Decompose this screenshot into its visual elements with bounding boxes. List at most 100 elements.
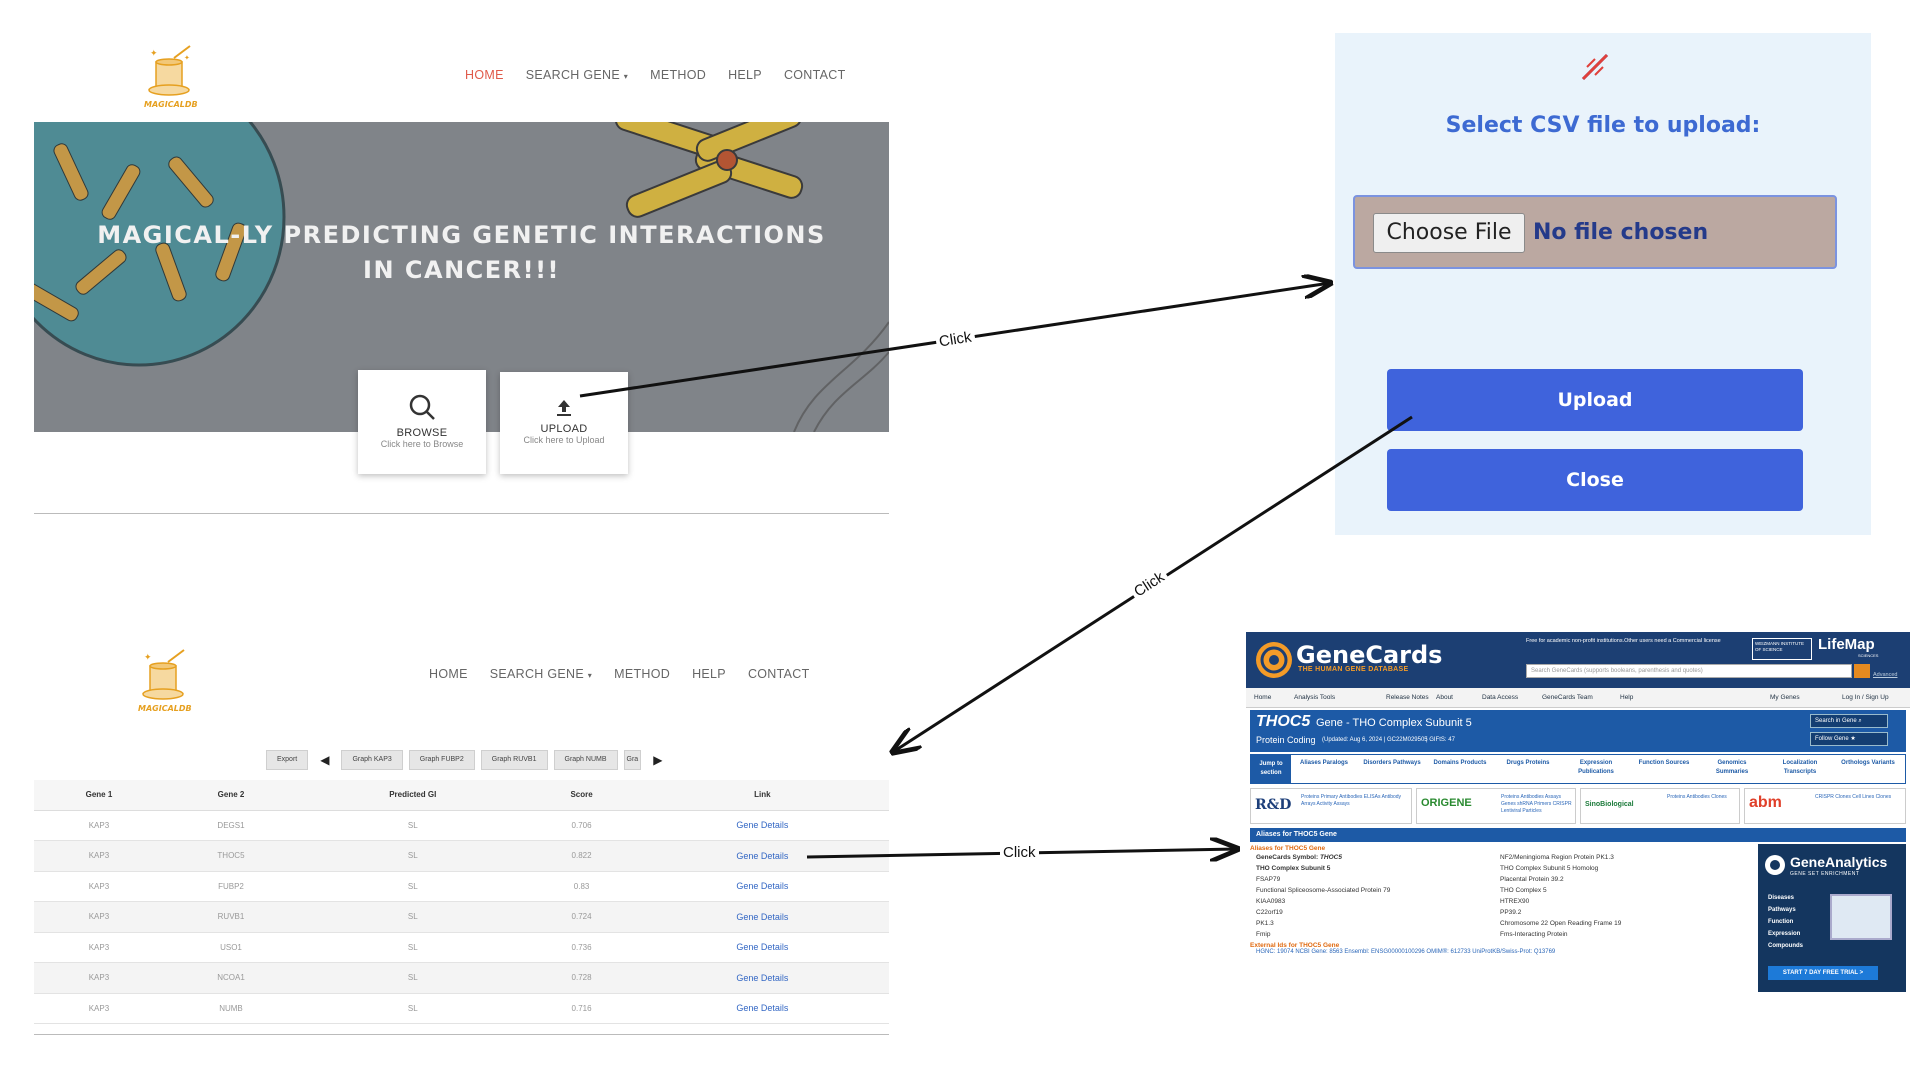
upload-button[interactable]: Upload — [1387, 369, 1803, 431]
genecards-brand[interactable]: GeneCards — [1296, 641, 1442, 669]
genecards-search-input[interactable]: Search GeneCards (supports booleans, par… — [1526, 664, 1852, 678]
gc-nav-login[interactable]: Log In / Sign Up — [1842, 694, 1889, 701]
genecards-header: GeneCards THE HUMAN GENE DATABASE Free f… — [1246, 632, 1910, 688]
choose-file-button[interactable]: Choose File — [1373, 213, 1525, 253]
column-header: Predicted GI — [298, 780, 528, 811]
table-cell: 0.716 — [527, 993, 636, 1024]
search-in-gene-button[interactable]: Search in Gene ⌕ — [1810, 714, 1888, 728]
nav-help[interactable]: HELP — [681, 667, 737, 681]
gc-nav-team[interactable]: GeneCards Team — [1542, 694, 1593, 701]
gc-nav-home[interactable]: Home — [1254, 694, 1271, 701]
nav-search-gene[interactable]: SEARCH GENE ▾ — [479, 667, 603, 681]
ga-feature-item: Expression — [1768, 931, 1801, 937]
ga-trial-button[interactable]: START 7 DAY FREE TRIAL > — [1768, 966, 1878, 980]
advanced-search-link[interactable]: Advanced — [1873, 672, 1897, 678]
gc-nav-data-access[interactable]: Data Access — [1482, 694, 1518, 701]
nav-help[interactable]: HELP — [717, 68, 773, 82]
graph-kap3-button[interactable]: Graph KAP3 — [341, 750, 403, 770]
scroll-right-icon[interactable]: ▶ — [647, 753, 668, 767]
export-button[interactable]: Export — [266, 750, 309, 770]
upload-dialog-title: Select CSV file to upload: — [1445, 113, 1761, 138]
tab-function-sources[interactable]: Function Sources — [1633, 759, 1695, 768]
table-cell: 0.83 — [527, 871, 636, 902]
alias-item: Functional Spliceosome-Associated Protei… — [1256, 887, 1391, 894]
tab-domains-products[interactable]: Domains Products — [1429, 759, 1491, 768]
graph-ruvb1-button[interactable]: Graph RUVB1 — [480, 750, 548, 770]
chevron-down-icon: ▾ — [587, 671, 593, 680]
browse-card[interactable]: BROWSE Click here to Browse — [358, 370, 486, 474]
lifemap-logo[interactable]: LifeMap — [1818, 636, 1875, 653]
hero-title: MAGICAL-LY PREDICTING GENETIC INTERACTIO… — [34, 218, 889, 288]
main-menu-results: HOME SEARCH GENE ▾ METHOD HELP CONTACT — [418, 667, 821, 681]
tab-disorders-pathways[interactable]: Disorders Pathways — [1361, 759, 1423, 768]
license-note[interactable]: Free for academic non-profit institution… — [1526, 638, 1721, 644]
tab-orthologs-variants[interactable]: Orthologs Variants — [1837, 759, 1899, 768]
graph-partial-button[interactable]: Gra — [623, 750, 642, 770]
aliases-section-bar: Aliases for THOC5 Gene — [1250, 828, 1906, 842]
file-input-field[interactable]: Choose File No file chosen — [1353, 195, 1837, 269]
nav-contact[interactable]: CONTACT — [737, 667, 821, 681]
graph-fubp2-button[interactable]: Graph FUBP2 — [408, 750, 475, 770]
gc-nav-analysis-tools[interactable]: Analysis Tools — [1294, 694, 1335, 701]
gene-details-link[interactable]: Gene Details — [635, 993, 889, 1024]
alias-item: FSAP79 — [1256, 876, 1281, 883]
alias-item: Fms-Interacting Protein — [1500, 931, 1568, 938]
nav-search-gene-label: SEARCH GENE — [489, 667, 584, 681]
svg-text:✦: ✦ — [184, 54, 190, 62]
ad-origene[interactable]: ORIGENE Proteins Antibodies Assays Genes… — [1416, 788, 1576, 824]
nav-home[interactable]: HOME — [418, 667, 479, 681]
table-cell: KAP3 — [34, 901, 164, 933]
nav-method[interactable]: METHOD — [639, 68, 717, 82]
magic-hat-icon: ✦ ✦ — [148, 45, 191, 96]
nav-search-gene[interactable]: SEARCH GENE ▾ — [515, 68, 639, 82]
external-ids[interactable]: HGNC: 19074 NCBI Gene: 8563 Ensembl: ENS… — [1250, 949, 1754, 955]
gc-nav-about[interactable]: About — [1436, 694, 1453, 701]
ad-sinobiological[interactable]: SinoBiological Proteins Antibodies Clone… — [1580, 788, 1740, 824]
ad-rnd[interactable]: R&D Proteins Primary Antibodies ELISAs A… — [1250, 788, 1412, 824]
logo-text: MAGICALDB — [144, 100, 198, 109]
graph-numb-button[interactable]: Graph NUMB — [553, 750, 618, 770]
nav-method[interactable]: METHOD — [603, 667, 681, 681]
upload-card[interactable]: UPLOAD Click here to Upload — [500, 372, 628, 474]
top-nav: ✦ ✦ MAGICALDB HOME SEARCH GENE ▾ METHOD … — [34, 34, 889, 122]
magic-hat-logo-results[interactable]: ✦ MAGICALDB — [138, 648, 192, 716]
gc-nav-my-genes[interactable]: My Genes — [1770, 694, 1800, 701]
magic-hat-logo[interactable]: ✦ ✦ MAGICALDB — [144, 44, 198, 112]
tab-expression-publications[interactable]: Expression Publications — [1565, 759, 1627, 777]
gene-details-link[interactable]: Gene Details — [635, 871, 889, 902]
alias-item: THO Complex Subunit 5 — [1256, 865, 1331, 872]
gene-word: Gene — [1316, 717, 1343, 729]
upload-dialog-panel: Select CSV file to upload: Choose File N… — [1335, 33, 1871, 535]
gc-nav-help[interactable]: Help — [1620, 694, 1633, 701]
nav-home[interactable]: HOME — [454, 68, 515, 82]
search-icon[interactable] — [1854, 664, 1870, 678]
alias-item: HTREX90 — [1500, 898, 1530, 905]
table-cell: KAP3 — [34, 810, 164, 841]
gene-details-link[interactable]: Gene Details — [635, 962, 889, 994]
table-cell: NUMB — [163, 993, 299, 1024]
tab-drugs-proteins[interactable]: Drugs Proteins — [1497, 759, 1559, 768]
tab-genomics-summaries[interactable]: Genomics Summaries — [1701, 759, 1763, 777]
ad-desc: Proteins Primary Antibodies ELISAs Antib… — [1301, 794, 1402, 807]
gene-details-link[interactable]: Gene Details — [635, 901, 889, 933]
follow-gene-button[interactable]: Follow Gene ★ — [1810, 732, 1888, 746]
alias-item: PP39.2 — [1500, 909, 1522, 916]
gene-details-link[interactable]: Gene Details — [635, 840, 889, 872]
gene-details-link[interactable]: Gene Details — [635, 810, 889, 841]
tab-aliases-paralogs[interactable]: Aliases Paralogs — [1293, 759, 1355, 768]
table-header-row: Gene 1 Gene 2 Predicted GI Score Link — [34, 780, 889, 811]
table-cell: SL — [298, 932, 528, 963]
geneanalytics-ad[interactable]: GeneAnalytics GENE SET ENRICHMENT Diseas… — [1758, 844, 1906, 992]
close-button[interactable]: Close — [1387, 449, 1803, 511]
nav-contact[interactable]: CONTACT — [773, 68, 857, 82]
scroll-left-icon[interactable]: ◀ — [314, 753, 335, 767]
gc-nav-release-notes[interactable]: Release Notes — [1386, 694, 1429, 701]
weizmann-logo[interactable]: WEIZMANN INSTITUTE OF SCIENCE — [1752, 638, 1812, 660]
table-row: KAP3 USO1 SL 0.736 Gene Details — [34, 932, 889, 963]
tab-localization-transcripts[interactable]: Localization Transcripts — [1769, 759, 1831, 777]
click-annotation-2: Click — [1128, 566, 1171, 603]
upload-label: UPLOAD — [540, 423, 588, 435]
ad-abm[interactable]: abm CRISPR Clones Cell Lines Clones — [1744, 788, 1906, 824]
table-cell: USO1 — [163, 932, 299, 963]
gene-details-link[interactable]: Gene Details — [635, 932, 889, 963]
